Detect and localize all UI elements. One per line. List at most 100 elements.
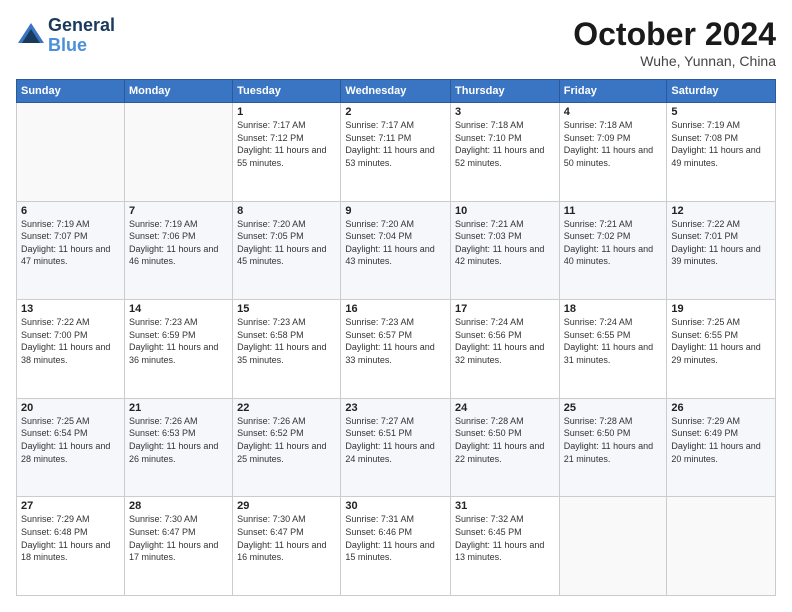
day-info: Sunrise: 7:30 AMSunset: 6:47 PMDaylight:… xyxy=(129,513,228,563)
calendar-cell: 18Sunrise: 7:24 AMSunset: 6:55 PMDayligh… xyxy=(559,300,667,399)
logo-text: General Blue xyxy=(48,16,115,56)
calendar-cell: 10Sunrise: 7:21 AMSunset: 7:03 PMDayligh… xyxy=(451,201,560,300)
day-info: Sunrise: 7:17 AMSunset: 7:11 PMDaylight:… xyxy=(345,119,446,169)
day-info: Sunrise: 7:19 AMSunset: 7:07 PMDaylight:… xyxy=(21,218,120,268)
day-number: 14 xyxy=(129,303,228,315)
logo: General Blue xyxy=(16,16,115,56)
week-row-4: 20Sunrise: 7:25 AMSunset: 6:54 PMDayligh… xyxy=(17,398,776,497)
week-row-1: 1Sunrise: 7:17 AMSunset: 7:12 PMDaylight… xyxy=(17,103,776,202)
day-number: 29 xyxy=(237,500,336,512)
calendar-cell xyxy=(559,497,667,596)
day-number: 18 xyxy=(564,303,663,315)
calendar-cell: 25Sunrise: 7:28 AMSunset: 6:50 PMDayligh… xyxy=(559,398,667,497)
weekday-header-saturday: Saturday xyxy=(667,80,776,103)
calendar-table: SundayMondayTuesdayWednesdayThursdayFrid… xyxy=(16,79,776,596)
calendar-cell: 27Sunrise: 7:29 AMSunset: 6:48 PMDayligh… xyxy=(17,497,125,596)
day-info: Sunrise: 7:28 AMSunset: 6:50 PMDaylight:… xyxy=(564,415,663,465)
day-number: 12 xyxy=(671,205,771,217)
calendar-cell: 8Sunrise: 7:20 AMSunset: 7:05 PMDaylight… xyxy=(233,201,341,300)
day-info: Sunrise: 7:20 AMSunset: 7:05 PMDaylight:… xyxy=(237,218,336,268)
calendar-cell: 4Sunrise: 7:18 AMSunset: 7:09 PMDaylight… xyxy=(559,103,667,202)
calendar-cell: 5Sunrise: 7:19 AMSunset: 7:08 PMDaylight… xyxy=(667,103,776,202)
day-number: 8 xyxy=(237,205,336,217)
day-info: Sunrise: 7:27 AMSunset: 6:51 PMDaylight:… xyxy=(345,415,446,465)
calendar-cell: 15Sunrise: 7:23 AMSunset: 6:58 PMDayligh… xyxy=(233,300,341,399)
calendar-cell: 28Sunrise: 7:30 AMSunset: 6:47 PMDayligh… xyxy=(124,497,232,596)
day-number: 9 xyxy=(345,205,446,217)
logo-icon xyxy=(16,21,46,51)
day-number: 19 xyxy=(671,303,771,315)
day-info: Sunrise: 7:21 AMSunset: 7:03 PMDaylight:… xyxy=(455,218,555,268)
calendar-cell: 3Sunrise: 7:18 AMSunset: 7:10 PMDaylight… xyxy=(451,103,560,202)
month-title: October 2024 xyxy=(573,16,776,53)
calendar-cell xyxy=(667,497,776,596)
calendar-cell: 9Sunrise: 7:20 AMSunset: 7:04 PMDaylight… xyxy=(341,201,451,300)
calendar-cell: 12Sunrise: 7:22 AMSunset: 7:01 PMDayligh… xyxy=(667,201,776,300)
day-number: 3 xyxy=(455,106,555,118)
day-info: Sunrise: 7:22 AMSunset: 7:01 PMDaylight:… xyxy=(671,218,771,268)
weekday-header-monday: Monday xyxy=(124,80,232,103)
logo-line1: General xyxy=(48,15,115,35)
day-number: 7 xyxy=(129,205,228,217)
calendar-cell: 22Sunrise: 7:26 AMSunset: 6:52 PMDayligh… xyxy=(233,398,341,497)
weekday-header-thursday: Thursday xyxy=(451,80,560,103)
weekday-header-friday: Friday xyxy=(559,80,667,103)
calendar-cell: 2Sunrise: 7:17 AMSunset: 7:11 PMDaylight… xyxy=(341,103,451,202)
day-info: Sunrise: 7:23 AMSunset: 6:59 PMDaylight:… xyxy=(129,316,228,366)
calendar-cell: 23Sunrise: 7:27 AMSunset: 6:51 PMDayligh… xyxy=(341,398,451,497)
day-number: 10 xyxy=(455,205,555,217)
day-info: Sunrise: 7:25 AMSunset: 6:54 PMDaylight:… xyxy=(21,415,120,465)
day-number: 1 xyxy=(237,106,336,118)
header: General Blue October 2024 Wuhe, Yunnan, … xyxy=(16,16,776,69)
day-info: Sunrise: 7:26 AMSunset: 6:52 PMDaylight:… xyxy=(237,415,336,465)
location-title: Wuhe, Yunnan, China xyxy=(573,53,776,69)
day-number: 22 xyxy=(237,402,336,414)
day-info: Sunrise: 7:24 AMSunset: 6:55 PMDaylight:… xyxy=(564,316,663,366)
calendar-cell: 1Sunrise: 7:17 AMSunset: 7:12 PMDaylight… xyxy=(233,103,341,202)
day-number: 17 xyxy=(455,303,555,315)
day-info: Sunrise: 7:22 AMSunset: 7:00 PMDaylight:… xyxy=(21,316,120,366)
day-info: Sunrise: 7:23 AMSunset: 6:58 PMDaylight:… xyxy=(237,316,336,366)
day-number: 21 xyxy=(129,402,228,414)
day-info: Sunrise: 7:29 AMSunset: 6:49 PMDaylight:… xyxy=(671,415,771,465)
day-info: Sunrise: 7:18 AMSunset: 7:10 PMDaylight:… xyxy=(455,119,555,169)
weekday-header-wednesday: Wednesday xyxy=(341,80,451,103)
weekday-header-row: SundayMondayTuesdayWednesdayThursdayFrid… xyxy=(17,80,776,103)
day-number: 30 xyxy=(345,500,446,512)
calendar-cell: 6Sunrise: 7:19 AMSunset: 7:07 PMDaylight… xyxy=(17,201,125,300)
weekday-header-tuesday: Tuesday xyxy=(233,80,341,103)
calendar-cell: 21Sunrise: 7:26 AMSunset: 6:53 PMDayligh… xyxy=(124,398,232,497)
week-row-5: 27Sunrise: 7:29 AMSunset: 6:48 PMDayligh… xyxy=(17,497,776,596)
week-row-2: 6Sunrise: 7:19 AMSunset: 7:07 PMDaylight… xyxy=(17,201,776,300)
day-number: 27 xyxy=(21,500,120,512)
page: General Blue October 2024 Wuhe, Yunnan, … xyxy=(0,0,792,612)
calendar-cell xyxy=(124,103,232,202)
calendar-cell: 24Sunrise: 7:28 AMSunset: 6:50 PMDayligh… xyxy=(451,398,560,497)
day-info: Sunrise: 7:23 AMSunset: 6:57 PMDaylight:… xyxy=(345,316,446,366)
calendar-cell: 16Sunrise: 7:23 AMSunset: 6:57 PMDayligh… xyxy=(341,300,451,399)
day-info: Sunrise: 7:25 AMSunset: 6:55 PMDaylight:… xyxy=(671,316,771,366)
day-number: 6 xyxy=(21,205,120,217)
calendar-cell: 17Sunrise: 7:24 AMSunset: 6:56 PMDayligh… xyxy=(451,300,560,399)
day-number: 5 xyxy=(671,106,771,118)
day-number: 24 xyxy=(455,402,555,414)
day-info: Sunrise: 7:32 AMSunset: 6:45 PMDaylight:… xyxy=(455,513,555,563)
day-info: Sunrise: 7:19 AMSunset: 7:08 PMDaylight:… xyxy=(671,119,771,169)
calendar-cell: 30Sunrise: 7:31 AMSunset: 6:46 PMDayligh… xyxy=(341,497,451,596)
calendar-cell: 31Sunrise: 7:32 AMSunset: 6:45 PMDayligh… xyxy=(451,497,560,596)
day-number: 2 xyxy=(345,106,446,118)
day-info: Sunrise: 7:28 AMSunset: 6:50 PMDaylight:… xyxy=(455,415,555,465)
day-number: 20 xyxy=(21,402,120,414)
day-number: 16 xyxy=(345,303,446,315)
day-number: 25 xyxy=(564,402,663,414)
day-number: 11 xyxy=(564,205,663,217)
weekday-header-sunday: Sunday xyxy=(17,80,125,103)
day-number: 15 xyxy=(237,303,336,315)
calendar-cell: 26Sunrise: 7:29 AMSunset: 6:49 PMDayligh… xyxy=(667,398,776,497)
day-info: Sunrise: 7:21 AMSunset: 7:02 PMDaylight:… xyxy=(564,218,663,268)
day-info: Sunrise: 7:18 AMSunset: 7:09 PMDaylight:… xyxy=(564,119,663,169)
day-number: 4 xyxy=(564,106,663,118)
week-row-3: 13Sunrise: 7:22 AMSunset: 7:00 PMDayligh… xyxy=(17,300,776,399)
calendar-cell xyxy=(17,103,125,202)
calendar-cell: 13Sunrise: 7:22 AMSunset: 7:00 PMDayligh… xyxy=(17,300,125,399)
